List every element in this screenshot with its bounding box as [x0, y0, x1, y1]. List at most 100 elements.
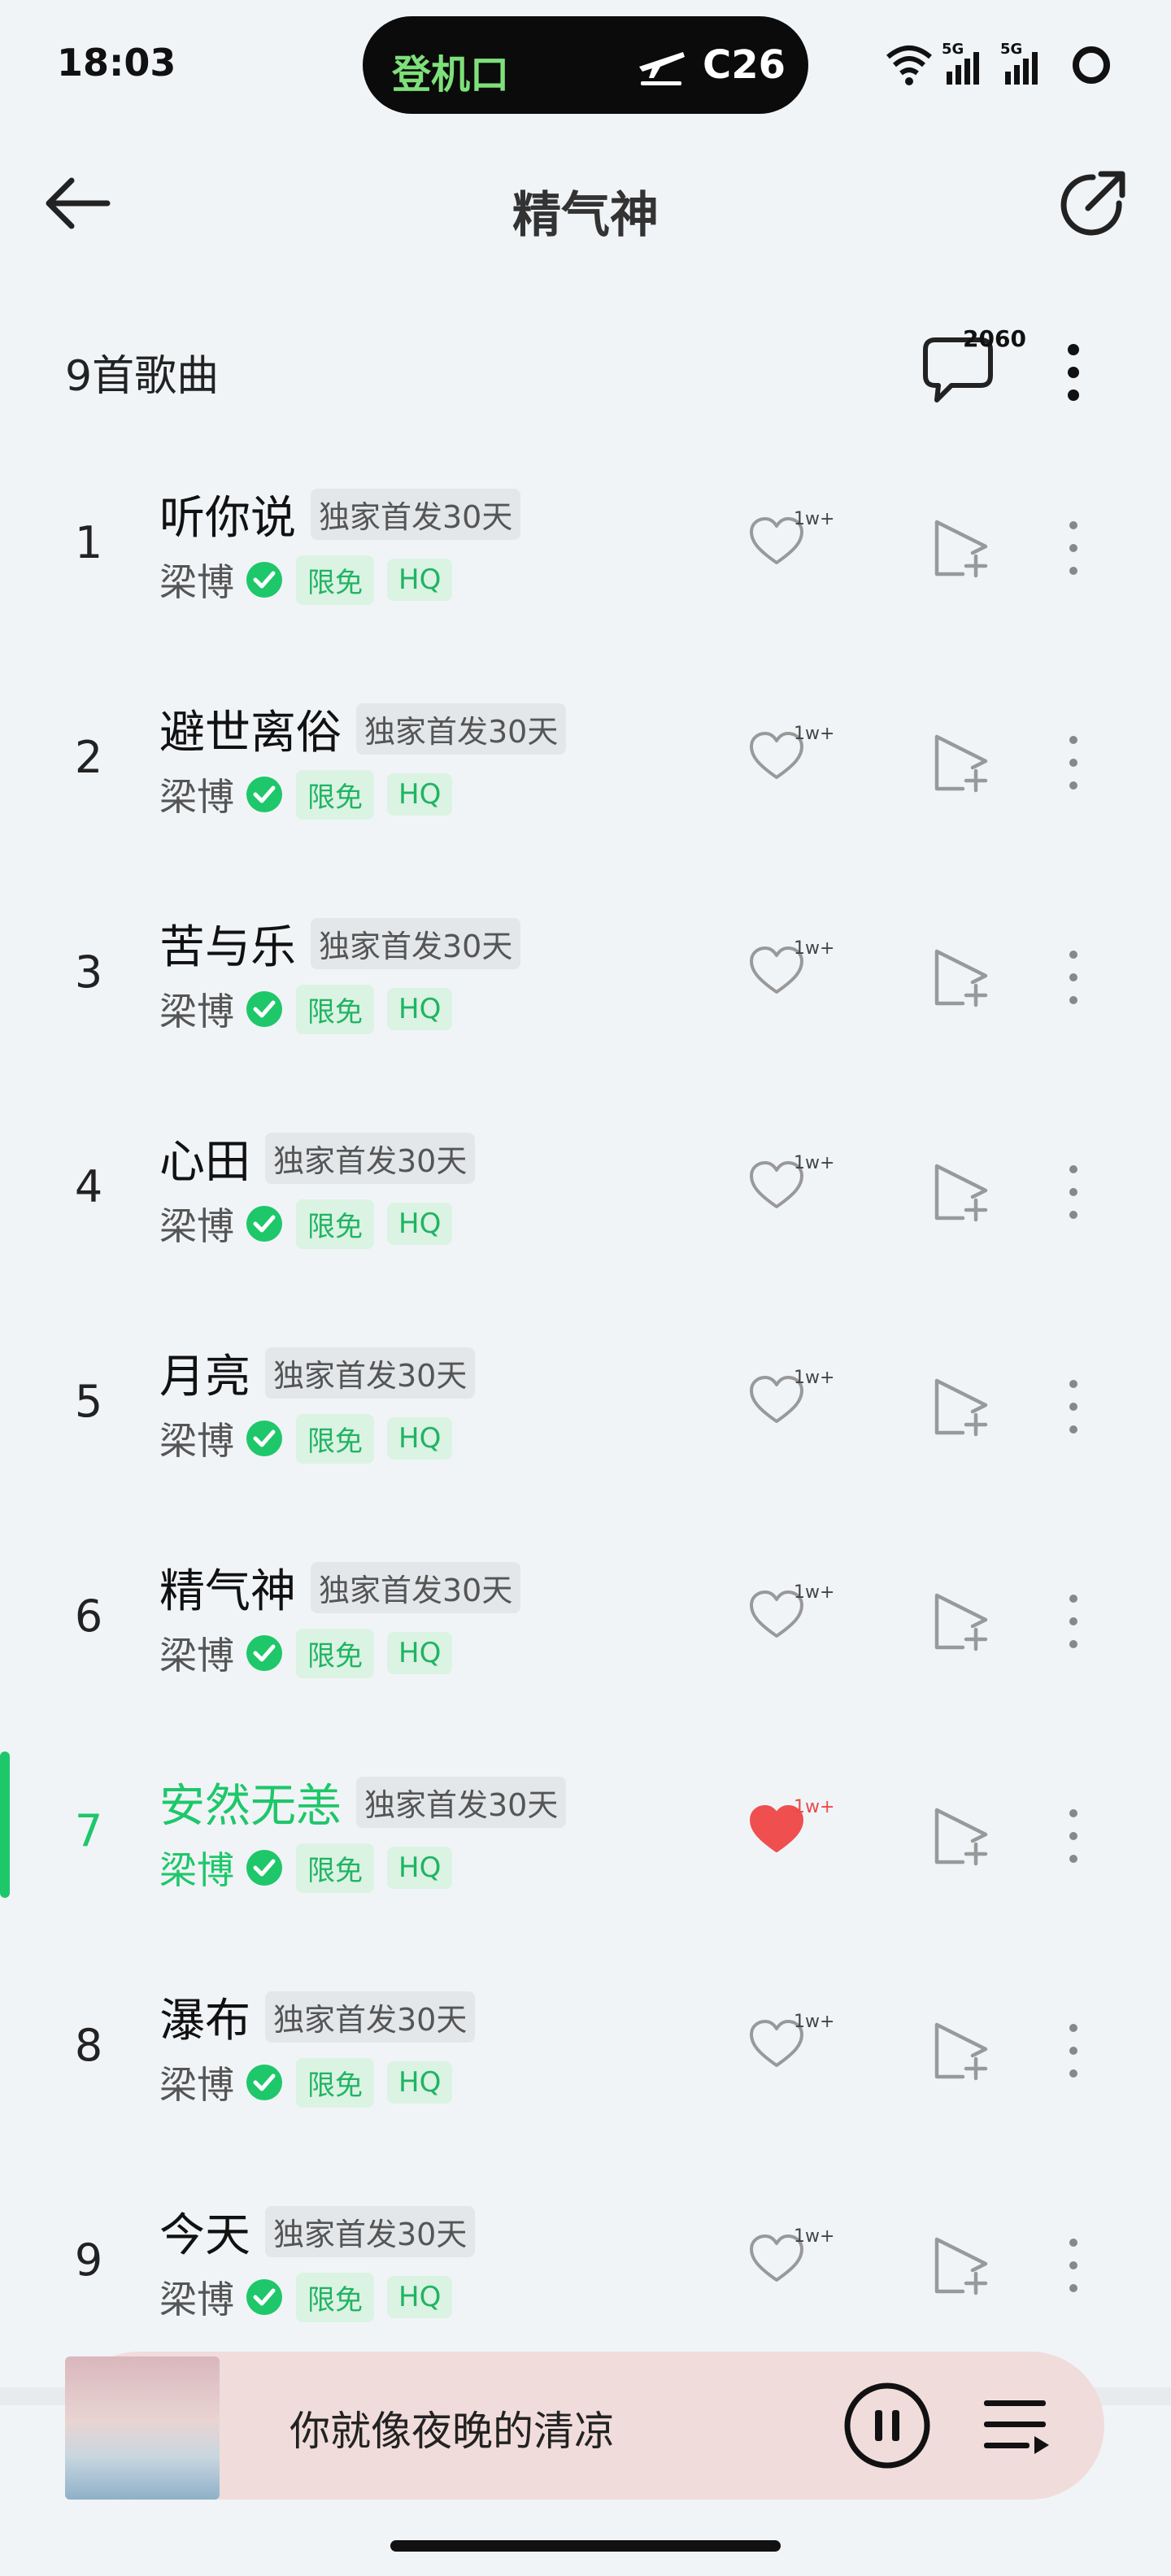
- more-vertical-icon[interactable]: [1054, 1805, 1093, 1867]
- song-meta: 梁博 限免 HQ: [159, 1412, 453, 1465]
- more-vertical-icon[interactable]: [1054, 1161, 1093, 1223]
- verified-check-icon: [246, 777, 282, 812]
- add-to-playlist-icon[interactable]: [930, 1805, 992, 1867]
- exclusive-badge: 独家首发30天: [356, 703, 567, 755]
- more-vertical-icon[interactable]: [1054, 2020, 1093, 2082]
- add-to-playlist-icon[interactable]: [930, 732, 992, 794]
- like-button[interactable]: 1w+: [748, 1797, 838, 1865]
- add-to-playlist-icon[interactable]: [930, 517, 992, 579]
- hq-badge: HQ: [387, 1632, 453, 1674]
- like-button[interactable]: 1w+: [748, 938, 838, 1007]
- free-badge: 限免: [296, 984, 374, 1034]
- free-badge: 限免: [296, 2272, 374, 2322]
- pill-gate-label: 登机口: [392, 52, 510, 98]
- list-header: 9首歌曲 2060: [0, 325, 1171, 415]
- artist-name[interactable]: 梁博: [159, 2270, 234, 2324]
- like-button[interactable]: 1w+: [748, 509, 838, 577]
- song-number: 5: [74, 1376, 103, 1427]
- song-number: 6: [74, 1590, 103, 1642]
- add-to-playlist-icon[interactable]: [930, 2020, 992, 2082]
- like-button[interactable]: 1w+: [748, 1368, 838, 1436]
- artist-name[interactable]: 梁博: [159, 1197, 234, 1251]
- song-number: 9: [74, 2234, 103, 2286]
- more-vertical-icon[interactable]: [1054, 732, 1093, 794]
- add-to-playlist-icon[interactable]: [930, 1161, 992, 1223]
- more-vertical-icon[interactable]: [1054, 517, 1093, 579]
- song-row[interactable]: 1 听你说 独家首发30天 梁博 限免 HQ 1w+: [0, 439, 1171, 654]
- exclusive-badge: 独家首发30天: [311, 918, 521, 969]
- add-to-playlist-icon[interactable]: [930, 1590, 992, 1652]
- song-row[interactable]: 4 心田 独家首发30天 梁博 限免 HQ 1w+: [0, 1083, 1171, 1298]
- like-button[interactable]: 1w+: [748, 1582, 838, 1651]
- like-button[interactable]: 1w+: [748, 2226, 838, 2295]
- 5g-signal-icon: 5G: [1000, 41, 1038, 85]
- song-title-line: 苦与乐 独家首发30天: [159, 911, 521, 977]
- add-to-playlist-icon[interactable]: [930, 1376, 992, 1438]
- song-row[interactable]: 5 月亮 独家首发30天 梁博 限免 HQ 1w+: [0, 1298, 1171, 1512]
- song-title[interactable]: 心田: [159, 1125, 250, 1191]
- song-title[interactable]: 瀑布: [159, 1984, 250, 2050]
- song-title-line: 今天 独家首发30天: [159, 2199, 476, 2265]
- more-vertical-icon[interactable]: [1054, 946, 1093, 1008]
- free-badge: 限免: [296, 769, 374, 820]
- song-meta: 梁博 限免 HQ: [159, 982, 453, 1036]
- song-title-line: 月亮 独家首发30天: [159, 1340, 476, 1406]
- hq-badge: HQ: [387, 988, 453, 1030]
- comment-button[interactable]: 2060: [919, 325, 1033, 415]
- song-title[interactable]: 今天: [159, 2199, 250, 2265]
- artist-name[interactable]: 梁博: [159, 982, 234, 1036]
- like-count: 1w+: [794, 1797, 835, 1817]
- add-to-playlist-icon[interactable]: [930, 2234, 992, 2296]
- song-row[interactable]: 6 精气神 独家首发30天 梁博 限免 HQ 1w+: [0, 1512, 1171, 1727]
- verified-check-icon: [246, 991, 282, 1027]
- playlist-icon[interactable]: [979, 2391, 1052, 2461]
- more-vertical-icon[interactable]: [1049, 333, 1098, 407]
- like-count: 1w+: [794, 509, 835, 529]
- dynamic-island-pill[interactable]: 登机口 C26: [363, 16, 808, 114]
- exclusive-badge: 独家首发30天: [265, 2206, 476, 2257]
- artist-name[interactable]: 梁博: [159, 1841, 234, 1895]
- song-count: 9首歌曲: [65, 352, 220, 401]
- artist-name[interactable]: 梁博: [159, 553, 234, 607]
- like-count: 1w+: [794, 938, 835, 959]
- song-title[interactable]: 月亮: [159, 1340, 250, 1406]
- song-meta: 梁博 限免 HQ: [159, 1841, 453, 1895]
- song-number: 7: [74, 1805, 103, 1856]
- home-indicator[interactable]: [390, 2540, 781, 2552]
- status-icons: 5G 5G: [886, 41, 1110, 85]
- battery-ring-icon: [1073, 46, 1110, 84]
- song-title-line: 安然无恙 独家首发30天: [159, 1769, 567, 1835]
- song-title[interactable]: 安然无恙: [159, 1769, 342, 1835]
- add-to-playlist-icon[interactable]: [930, 946, 992, 1008]
- exclusive-badge: 独家首发30天: [265, 1133, 476, 1184]
- now-playing-title[interactable]: 你就像夜晚的清凉: [289, 2399, 615, 2457]
- more-vertical-icon[interactable]: [1054, 2234, 1093, 2296]
- song-row[interactable]: 9 今天 独家首发30天 梁博 限免 HQ 1w+: [0, 2156, 1171, 2371]
- artist-name[interactable]: 梁博: [159, 2056, 234, 2109]
- more-vertical-icon[interactable]: [1054, 1590, 1093, 1652]
- song-title[interactable]: 避世离俗: [159, 696, 342, 762]
- artist-name[interactable]: 梁博: [159, 1626, 234, 1680]
- free-badge: 限免: [296, 555, 374, 605]
- more-vertical-icon[interactable]: [1054, 1376, 1093, 1438]
- exclusive-badge: 独家首发30天: [356, 1777, 567, 1828]
- status-time: 18:03: [57, 41, 176, 85]
- like-button[interactable]: 1w+: [748, 724, 838, 792]
- song-row[interactable]: 2 避世离俗 独家首发30天 梁博 限免 HQ 1w+: [0, 654, 1171, 868]
- pause-icon[interactable]: [842, 2381, 932, 2470]
- artist-name[interactable]: 梁博: [159, 1412, 234, 1465]
- song-title[interactable]: 精气神: [159, 1555, 296, 1621]
- song-title[interactable]: 苦与乐: [159, 911, 296, 977]
- song-row[interactable]: 7 安然无恙 独家首发30天 梁博 限免 HQ 1w+: [0, 1727, 1171, 1942]
- mini-player[interactable]: 你就像夜晚的清凉: [65, 2352, 1104, 2500]
- share-arrow-icon[interactable]: [1056, 166, 1129, 239]
- song-row[interactable]: 8 瀑布 独家首发30天 梁博 限免 HQ 1w+: [0, 1942, 1171, 2156]
- like-button[interactable]: 1w+: [748, 1153, 838, 1221]
- like-count: 1w+: [794, 1368, 835, 1388]
- artist-name[interactable]: 梁博: [159, 768, 234, 821]
- like-button[interactable]: 1w+: [748, 2012, 838, 2080]
- song-meta: 梁博 限免 HQ: [159, 1626, 453, 1680]
- song-title[interactable]: 听你说: [159, 481, 296, 547]
- song-row[interactable]: 3 苦与乐 独家首发30天 梁博 限免 HQ 1w+: [0, 868, 1171, 1083]
- album-cover[interactable]: [65, 2352, 317, 2500]
